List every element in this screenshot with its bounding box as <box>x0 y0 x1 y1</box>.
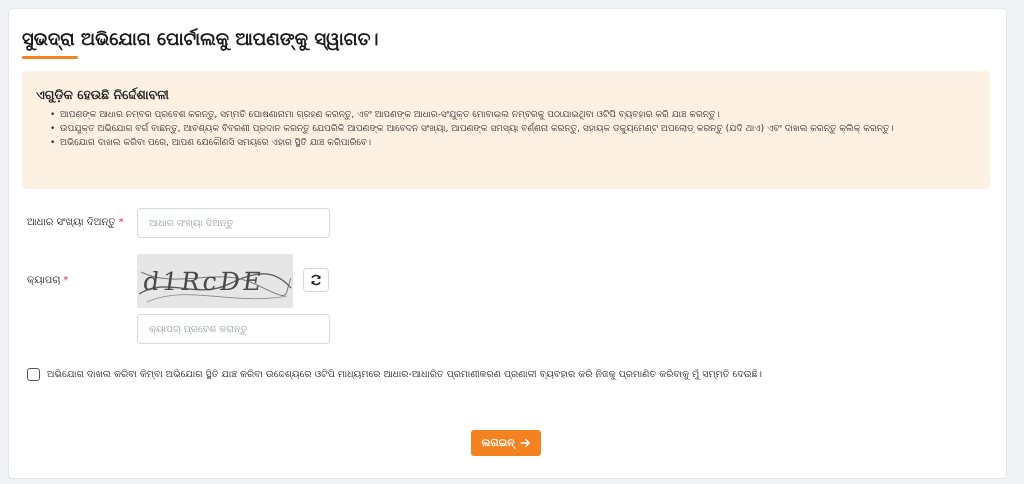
login-label: ଲଗଇନ୍ <box>481 436 515 449</box>
captcha-text: d1RcDE <box>141 267 266 296</box>
aadhaar-input[interactable] <box>137 208 330 238</box>
consent-checkbox[interactable] <box>27 368 40 381</box>
refresh-icon <box>311 274 321 286</box>
arrow-right-icon <box>519 439 530 447</box>
instruction-item: ଅଭିଯୋଗ ଦାଖଲ କରିବା ପରେ, ଆପଣ ଯେକୌଣସି ସମୟରେ… <box>50 136 978 150</box>
instructions-heading: ଏଗୁଡ଼ିକ ହେଉଛି ନିର୍ଦ୍ଦେଶାବଳୀ <box>36 87 169 102</box>
captcha-refresh-button[interactable] <box>303 268 329 292</box>
instruction-item: ଉପଯୁକ୍ତ ଅଭିଯୋଗ ବର୍ଗ ବାଛନ୍ତୁ, ଆବଶ୍ୟକ ବିବର… <box>50 122 978 136</box>
instructions-list: ଆପଣଙ୍କ ଆଧାର ନମ୍ବର ପ୍ରବେଶ କରନ୍ତୁ, ସମ୍ମତି … <box>36 108 978 150</box>
captcha-label-text: କ୍ୟାପଚା <box>27 275 61 286</box>
captcha-image: d1RcDE <box>137 254 293 308</box>
login-button[interactable]: ଲଗଇନ୍ <box>471 430 541 456</box>
aadhaar-label-text: ଆଧାର ସଂଖ୍ୟା ଦିଅନ୍ତୁ <box>27 217 116 228</box>
consent-row[interactable]: ଅଭିଯୋଗ ଦାଖଲ କରିବା କିମ୍ବା ଅଭିଯୋଗ ସ୍ଥିତି ଯ… <box>27 368 762 381</box>
consent-text: ଅଭିଯୋଗ ଦାଖଲ କରିବା କିମ୍ବା ଅଭିଯୋଗ ସ୍ଥିତି ଯ… <box>47 369 762 380</box>
captcha-input[interactable] <box>137 314 330 344</box>
login-card: ସୁଭଦ୍ରା ଅଭିଯୋଗ ପୋର୍ଟାଲକୁ ଆପଣଙ୍କୁ ସ୍ୱାଗତ।… <box>8 8 1007 479</box>
required-mark: * <box>118 217 124 228</box>
required-mark: * <box>63 275 69 286</box>
page-title: ସୁଭଦ୍ରା ଅଭିଯୋଗ ପୋର୍ଟାଲକୁ ଆପଣଙ୍କୁ ସ୍ୱାଗତ। <box>22 29 379 50</box>
title-underline <box>22 56 78 59</box>
aadhaar-label: ଆଧାର ସଂଖ୍ୟା ଦିଅନ୍ତୁ * <box>27 217 124 228</box>
captcha-label: କ୍ୟାପଚା * <box>27 275 68 286</box>
instruction-item: ଆପଣଙ୍କ ଆଧାର ନମ୍ବର ପ୍ରବେଶ କରନ୍ତୁ, ସମ୍ମତି … <box>50 108 978 122</box>
captcha-graphic: d1RcDE <box>137 254 293 308</box>
instructions-panel: ଏଗୁଡ଼ିକ ହେଉଛି ନିର୍ଦ୍ଦେଶାବଳୀ ଆପଣଙ୍କ ଆଧାର … <box>22 71 990 189</box>
